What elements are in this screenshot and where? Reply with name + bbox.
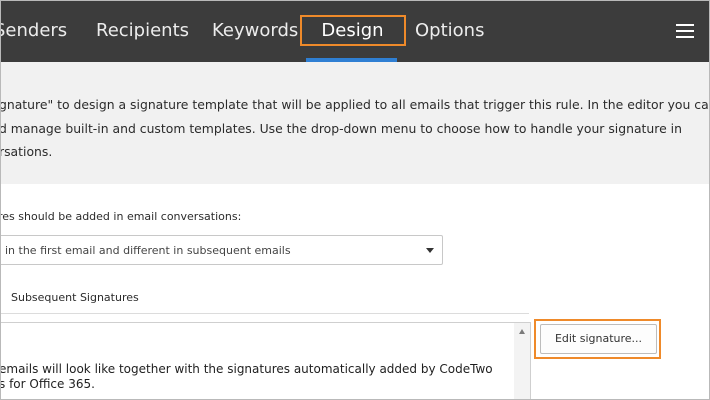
signature-subtabs: Subsequent Signatures: [1, 291, 529, 314]
tab-design[interactable]: Design: [299, 1, 406, 62]
preview-text: emails will look like together with the …: [0, 362, 493, 392]
preview-line: emails will look like together with the …: [0, 362, 493, 376]
info-text: gnature" to design a signature template …: [0, 93, 710, 164]
conversation-label: res should be added in email conversatio…: [0, 210, 242, 223]
info-line: gnature" to design a signature template …: [0, 97, 710, 112]
tab-options[interactable]: Options: [415, 1, 484, 62]
preview-scrollbar[interactable]: [514, 323, 530, 399]
hamburger-menu-icon[interactable]: [676, 23, 694, 39]
info-line: d manage built-in and custom templates. …: [0, 120, 682, 136]
chevron-down-icon: [426, 248, 434, 253]
conversation-dropdown[interactable]: in the first email and different in subs…: [1, 235, 443, 265]
preview-line: s for Office 365.: [0, 377, 95, 391]
tab-recipients[interactable]: Recipients: [96, 1, 189, 62]
dropdown-value: in the first email and different in subs…: [5, 244, 291, 257]
tab-keywords[interactable]: Keywords: [212, 1, 298, 62]
tab-design-highlight: [300, 15, 406, 46]
scroll-up-arrow-icon[interactable]: [519, 329, 525, 334]
info-panel: gnature" to design a signature template …: [0, 62, 710, 184]
tab-subsequent-signatures[interactable]: Subsequent Signatures: [11, 291, 139, 304]
edit-signature-button[interactable]: Edit signature...: [540, 324, 657, 354]
info-line: rsations.: [0, 144, 53, 159]
app-frame: Senders Recipients Keywords Design Optio…: [0, 0, 710, 400]
tab-senders[interactable]: Senders: [1, 1, 67, 62]
top-navigation: Senders Recipients Keywords Design Optio…: [1, 1, 709, 62]
